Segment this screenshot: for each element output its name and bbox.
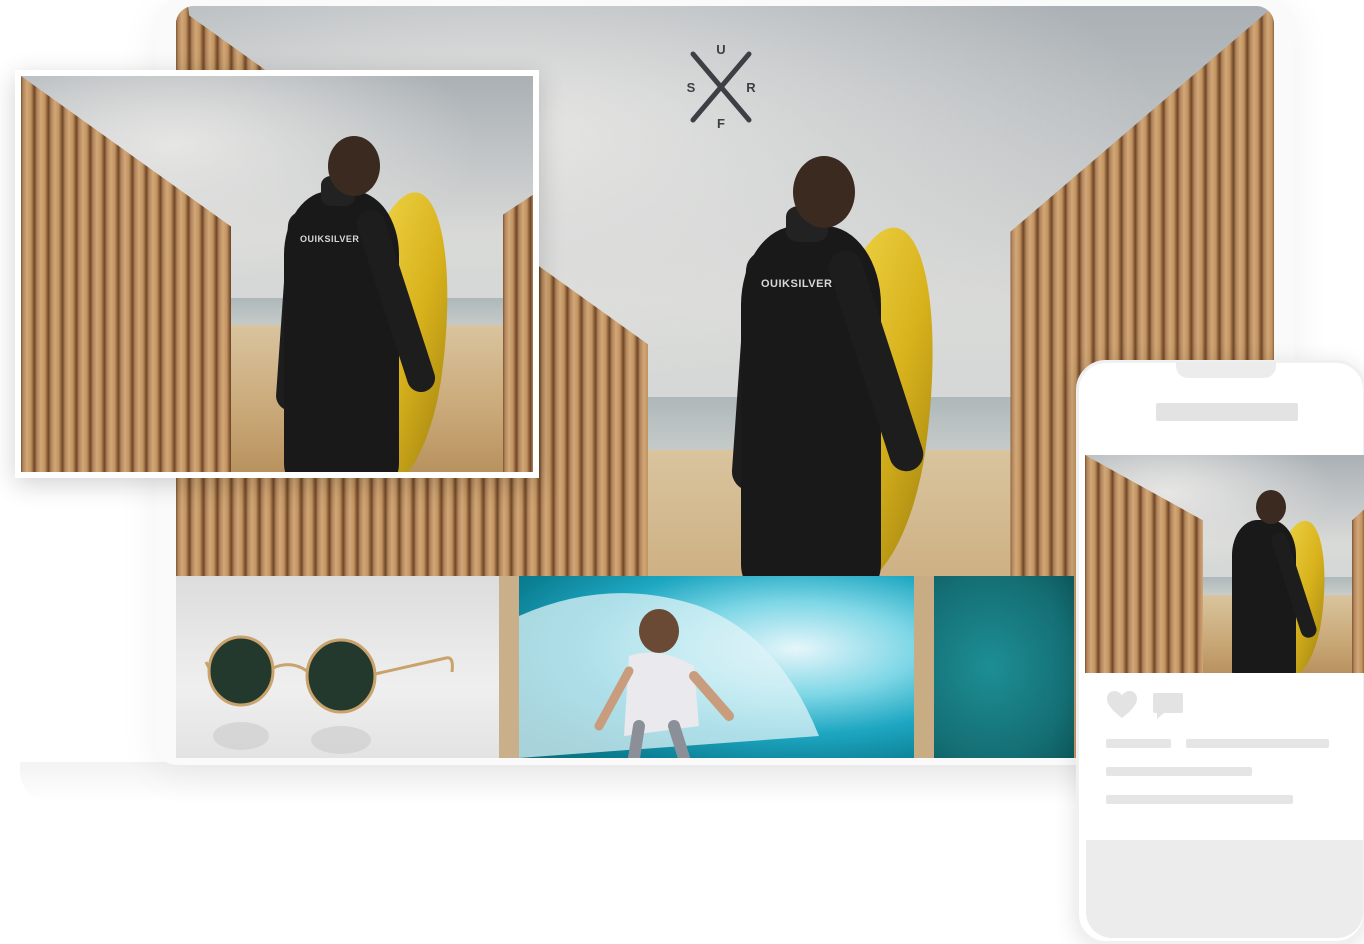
caption-placeholder-line [1186, 739, 1329, 748]
logo-letter-f: F [717, 116, 725, 131]
phone-bottom-bar [1086, 840, 1363, 938]
phone-post-photo[interactable] [1085, 455, 1364, 673]
logo-letter-r: R [746, 80, 756, 95]
sunglasses-image [204, 635, 454, 754]
logo-letter-s: S [686, 80, 696, 95]
overlay-photo-card: OUIKSILVER [15, 70, 539, 478]
wave-surfer-image [519, 593, 819, 758]
teal-tile [934, 576, 1074, 758]
comment-icon[interactable] [1152, 691, 1184, 721]
caption-placeholder-line [1106, 795, 1293, 804]
overlay-wetsuit-logo: OUIKSILVER [300, 234, 360, 244]
phone-title-placeholder [1156, 403, 1298, 421]
wetsuit-logo: OUIKSILVER [761, 278, 833, 290]
caption-placeholder-line [1106, 767, 1252, 776]
heart-icon[interactable] [1106, 690, 1138, 720]
wave-surf-tile [519, 576, 914, 758]
overlay-photo: OUIKSILVER [21, 76, 533, 472]
logo-letter-u: U [716, 42, 726, 57]
surfer: OUIKSILVER [730, 156, 971, 593]
surf-logo: U S R F [681, 42, 761, 131]
phone-notch [1176, 362, 1276, 378]
sunglasses-tile [176, 576, 499, 758]
desktop-stand [20, 762, 1100, 802]
caption-placeholder-line [1106, 739, 1171, 748]
